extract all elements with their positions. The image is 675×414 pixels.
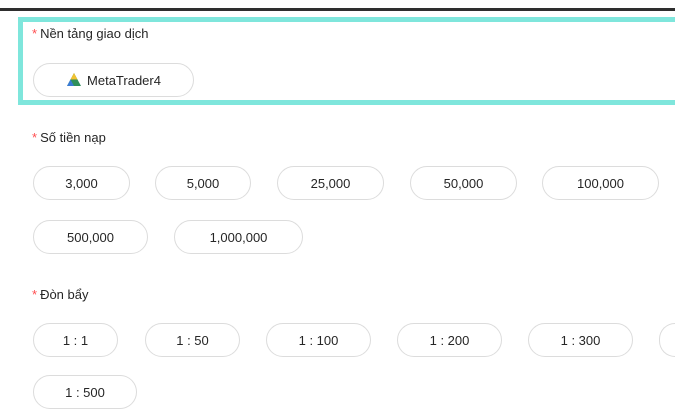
deposit-option[interactable]: 1,000,000	[174, 220, 303, 254]
required-mark: *	[32, 287, 38, 302]
deposit-label: * Số tiền nạp	[32, 130, 106, 145]
leverage-label: * Đòn bẩy	[32, 287, 89, 302]
required-mark: *	[32, 26, 38, 41]
deposit-option[interactable]: 50,000	[410, 166, 517, 200]
leverage-option[interactable]: 1 : 100	[266, 323, 371, 357]
platform-option-metatrader4[interactable]: MetaTrader4	[33, 63, 194, 97]
platform-label: * Nền tảng giao dịch	[32, 26, 149, 41]
leverage-option[interactable]: 1 : 1	[33, 323, 118, 357]
leverage-option[interactable]: 1 : 300	[528, 323, 633, 357]
deposit-option[interactable]: 100,000	[542, 166, 659, 200]
metatrader-logo-icon	[67, 73, 82, 86]
deposit-option[interactable]: 3,000	[33, 166, 130, 200]
top-divider	[0, 8, 675, 11]
deposit-option[interactable]: 500,000	[33, 220, 148, 254]
account-form: * Nền tảng giao dịch MetaTrader4 * Số tiền…	[0, 0, 675, 414]
leverage-option[interactable]: 1 : 200	[397, 323, 502, 357]
leverage-option[interactable]: 1 : 50	[145, 323, 240, 357]
deposit-option[interactable]: 25,000	[277, 166, 384, 200]
leverage-option[interactable]: 1 : 500	[33, 375, 137, 409]
leverage-option-clipped[interactable]	[659, 323, 675, 357]
deposit-option[interactable]: 5,000	[155, 166, 251, 200]
required-mark: *	[32, 130, 38, 145]
